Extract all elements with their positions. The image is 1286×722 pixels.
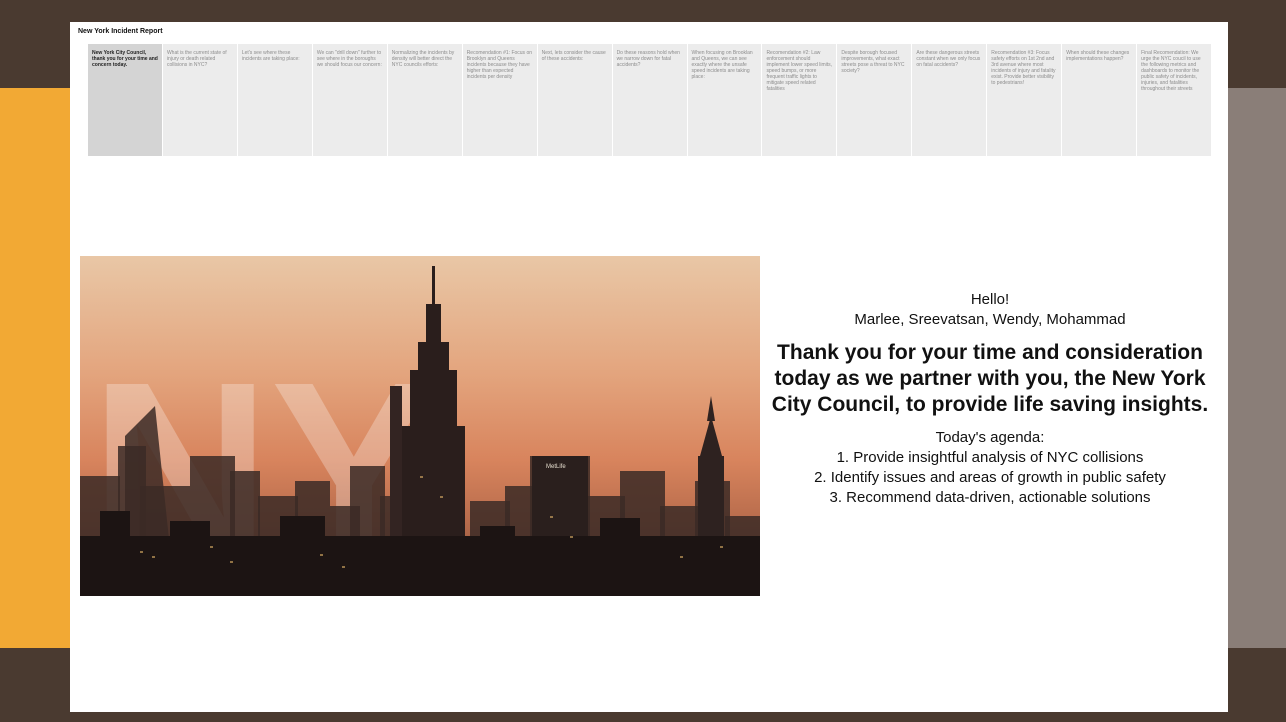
background-right-band (1228, 88, 1286, 648)
story-point-11[interactable]: Despite borough focused improvements, wh… (837, 44, 913, 156)
intro-panel: Hello! Marlee, Sreevatsan, Wendy, Mohamm… (770, 290, 1210, 508)
nyc-skyline-image: NY MetLife (80, 256, 760, 596)
story-point-7[interactable]: Next, lets consider the cause of these a… (537, 44, 613, 156)
headline-text: Thank you for your time and consideratio… (771, 341, 1209, 416)
svg-text:MetLife: MetLife (546, 464, 566, 470)
agenda-title: Today's agenda: (935, 429, 1045, 446)
story-point-14[interactable]: When should these changes implementation… (1062, 44, 1138, 156)
story-point-12[interactable]: Are these dangerous streets constant whe… (912, 44, 988, 156)
story-point-2[interactable]: What is the current state of injury or d… (162, 44, 238, 156)
story-slide: New York Incident Report New York City C… (70, 22, 1228, 712)
greeting-text: Hello! (970, 291, 1010, 308)
story-point-5[interactable]: Normalizing the incidents by density wil… (387, 44, 463, 156)
story-point-13[interactable]: Recomendation #3: Focus safety efforts o… (987, 44, 1063, 156)
agenda-item-3: 3. Recommend data-driven, actionable sol… (829, 489, 1151, 506)
story-point-6[interactable]: Recomendation #1: Focus on Brooklyn and … (462, 44, 538, 156)
agenda-item-1: 1. Provide insightful analysis of NYC co… (836, 449, 1144, 466)
story-point-4[interactable]: We can "drill down" further to see where… (312, 44, 388, 156)
story-point-3[interactable]: Let's see where these incidents are taki… (237, 44, 313, 156)
agenda-item-2: 2. Identify issues and areas of growth i… (814, 469, 1166, 486)
story-navigator: New York City Council, thank you for you… (88, 44, 1213, 156)
story-point-9[interactable]: When focusing on Brooklan and Queens, we… (687, 44, 763, 156)
story-point-1[interactable]: New York City Council, thank you for you… (88, 44, 163, 156)
story-point-15[interactable]: Final Recomendation: We urge the NYC cou… (1137, 44, 1213, 156)
story-point-8[interactable]: Do these reasons hold when we narrow dow… (612, 44, 688, 156)
report-title: New York Incident Report (78, 28, 163, 35)
presenter-names: Marlee, Sreevatsan, Wendy, Mohammad (854, 311, 1126, 328)
background-left-band (0, 88, 70, 648)
story-point-10[interactable]: Recomendation #2: Law enforcement should… (762, 44, 838, 156)
